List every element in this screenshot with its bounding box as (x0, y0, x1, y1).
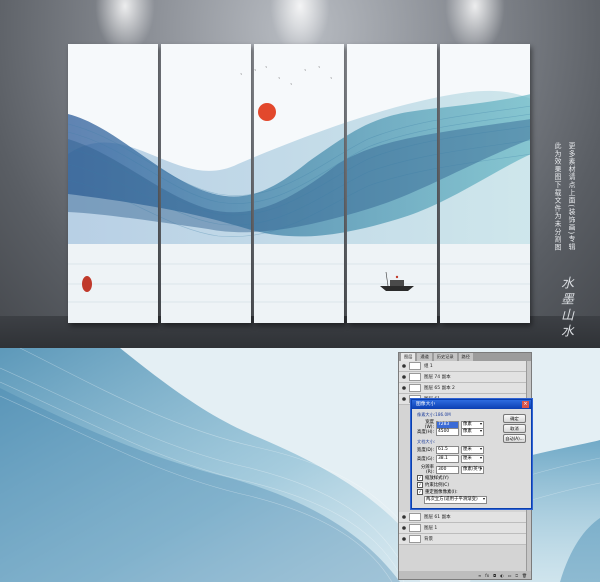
layer-row[interactable]: 组 1 (399, 361, 531, 372)
eye-icon[interactable] (402, 386, 406, 390)
fx-icon[interactable]: fx (485, 573, 489, 578)
cancel-button[interactable]: 取消 (503, 424, 526, 433)
mask-icon[interactable]: ◘ (493, 573, 496, 578)
promo-text-1: 更多素材请点上面(装饰画)专辑 (567, 142, 575, 251)
auto-button[interactable]: 自动(A)... (503, 434, 526, 443)
eye-icon[interactable] (402, 515, 406, 519)
layer-name: 背景 (424, 537, 433, 542)
resample-method-field: 两次立方(适用于平滑渐变) (424, 496, 487, 504)
canvas-panel-4 (347, 44, 437, 323)
landscape-art (440, 44, 530, 323)
checkbox-icon[interactable]: ✓ (417, 482, 423, 488)
landscape-art (254, 44, 344, 323)
folder-icon (409, 362, 421, 370)
tab-channels[interactable]: 通道 (417, 353, 432, 361)
pixel-height-input[interactable]: 4500 (436, 428, 459, 436)
pixel-dimensions-label: 像素大小:186.0M (417, 412, 451, 417)
layer-name: 图层 74 副本 (424, 375, 451, 380)
checkbox-icon[interactable]: ✓ (417, 475, 423, 481)
eye-icon[interactable] (402, 526, 406, 530)
layer-row[interactable]: 图层 74 副本 (399, 372, 531, 383)
doc-height-field: 高度(G): 38.1 厘米 (416, 455, 484, 463)
tab-history[interactable]: 历史记录 (433, 353, 457, 361)
checkbox-icon[interactable]: ✓ (417, 489, 423, 495)
doc-height-unit[interactable]: 厘米 (461, 455, 484, 463)
layer-row[interactable]: 图层 65 副本 2 (399, 383, 531, 394)
eye-icon[interactable] (402, 375, 406, 379)
tab-paths[interactable]: 路径 (458, 353, 473, 361)
canvas-panel-2 (161, 44, 251, 323)
tab-layers[interactable]: 图层 (401, 353, 416, 361)
layer-name: 组 1 (424, 364, 433, 369)
constrain-option[interactable]: ✓ 约束比例(C) (417, 482, 449, 488)
scale-styles-option[interactable]: ✓ 缩放样式(Y) (417, 475, 449, 481)
resample-option[interactable]: ✓ 重定图像像素(I): (417, 489, 458, 495)
resolution-input[interactable]: 300 (436, 465, 459, 474)
doc-width-unit[interactable]: 厘米 (461, 446, 484, 454)
layer-thumbnail (409, 373, 421, 381)
doc-height-input[interactable]: 38.1 (436, 455, 459, 463)
promo-text-2: 此为效果图下载文件为未分割图 (553, 142, 561, 252)
resolution-unit[interactable]: 像素/英寸 (461, 465, 484, 474)
dialog-title: 图像大小 (412, 400, 531, 409)
new-layer-icon[interactable]: ⎕ (516, 573, 518, 578)
document-size-label: 文档大小: (417, 439, 436, 444)
close-icon[interactable]: × (522, 401, 529, 408)
layers-toolbar: ∞ fx ◘ ◐ ▭ ⎕ 🗑 (399, 571, 531, 579)
calligraphy-title: 水墨山水 (558, 276, 573, 340)
doc-width-input[interactable]: 61.5 (436, 446, 459, 454)
canvas-panel-3 (254, 44, 344, 323)
ok-button[interactable]: 确定 (503, 414, 526, 423)
panel-tabs: 图层 通道 历史记录 路径 (399, 353, 531, 361)
image-size-dialog: 图像大小 × 像素大小:186.0M 宽度(W): 7283 像素 高度(H):… (411, 399, 532, 509)
layer-row[interactable]: 背景 (399, 534, 527, 545)
layer-thumbnail (409, 535, 421, 543)
resample-method-select[interactable]: 两次立方(适用于平滑渐变) (424, 496, 487, 504)
layer-row[interactable]: 图层 1 (399, 523, 527, 534)
resolution-field: 分辨率(R): 300 像素/英寸 (416, 464, 484, 475)
group-icon[interactable]: ▭ (508, 573, 512, 578)
layer-name: 图层 61 副本 (424, 515, 451, 520)
pixel-height-unit[interactable]: 像素 (461, 428, 484, 436)
link-icon[interactable]: ∞ (478, 573, 481, 578)
eye-icon[interactable] (402, 397, 406, 401)
layer-name: 图层 65 副本 2 (424, 386, 455, 391)
showroom-wall: 更多素材请点上面(装饰画)专辑 此为效果图下载文件为未分割图 水墨山水 (0, 0, 600, 348)
canvas-panel-1 (68, 44, 158, 323)
trash-icon[interactable]: 🗑 (522, 573, 527, 578)
layer-thumbnail (409, 513, 421, 521)
panel-set (68, 44, 531, 323)
landscape-art (347, 44, 437, 323)
eye-icon[interactable] (402, 364, 406, 368)
layer-thumbnail (409, 524, 421, 532)
layer-name: 图层 1 (424, 526, 438, 531)
eye-icon[interactable] (402, 537, 406, 541)
canvas-panel-5 (440, 44, 530, 323)
doc-width-field: 宽度(D): 61.5 厘米 (416, 446, 484, 454)
landscape-art (68, 44, 158, 323)
landscape-art (161, 44, 251, 323)
pixel-height-field: 高度(H): 4500 像素 (416, 428, 484, 436)
adjustment-icon[interactable]: ◐ (500, 573, 504, 578)
layer-row[interactable]: 图层 61 副本 (399, 512, 527, 523)
layer-thumbnail (409, 384, 421, 392)
